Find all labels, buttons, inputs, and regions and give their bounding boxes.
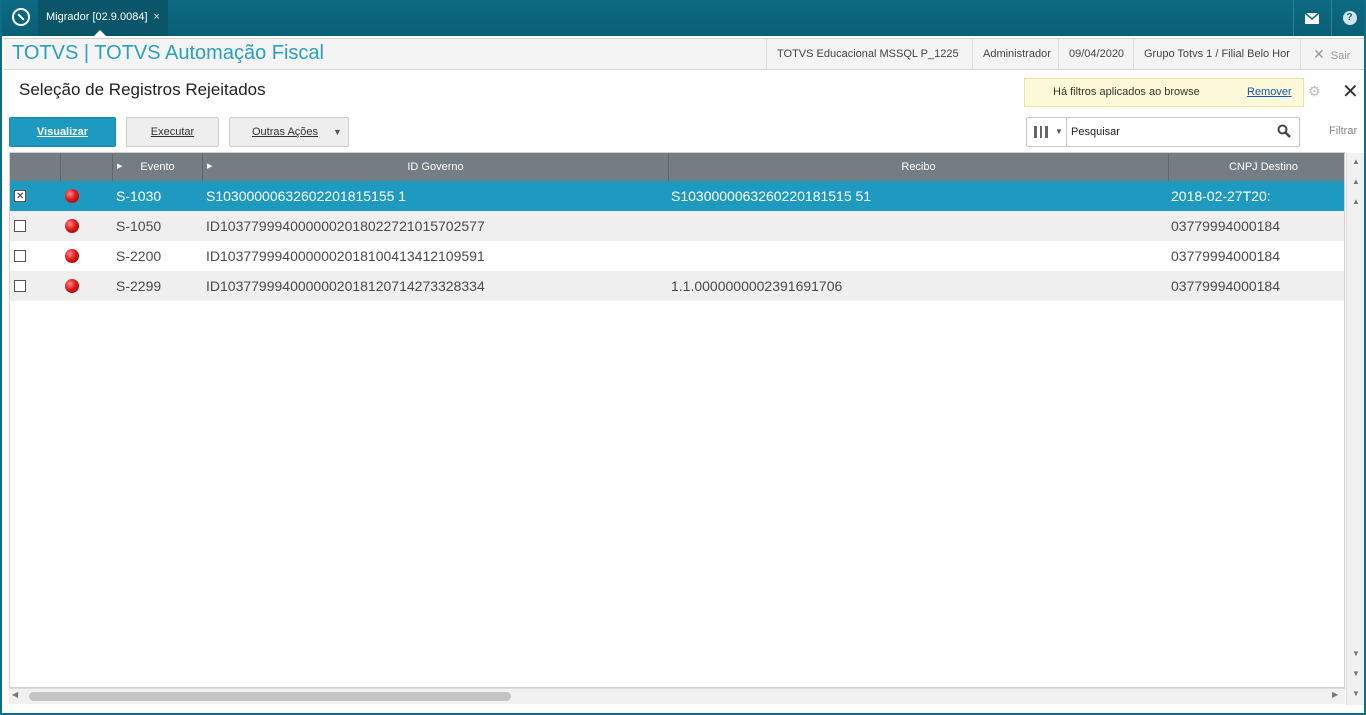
cell-recibo: 1.1.0000000002391691706 xyxy=(671,278,843,294)
column-header-id-governo[interactable]: ▶ ID Governo xyxy=(203,153,669,181)
filter-notice-text: Há filtros aplicados ao browse xyxy=(1053,86,1200,98)
page-up-icon[interactable]: ▲ xyxy=(1347,175,1364,189)
scroll-left-icon[interactable]: ◀ xyxy=(12,690,18,699)
scroll-up-icon[interactable]: ▲ xyxy=(1347,195,1364,209)
column-selector-button[interactable]: ▼ xyxy=(1027,118,1067,146)
search-icon[interactable] xyxy=(1277,124,1291,138)
environment-label[interactable]: TOTVS Educacional MSSQL P_1225 xyxy=(766,39,972,70)
column-header-label: CNPJ Destino xyxy=(1228,161,1299,173)
row-checkbox[interactable] xyxy=(14,250,26,262)
date-label[interactable]: 09/04/2020 xyxy=(1058,39,1133,70)
status-red-icon xyxy=(65,249,79,263)
cell-evento: S-1030 xyxy=(116,188,162,204)
application-window: Migrador [02.9.0084] × ? TOTVS | TOTVS Au… xyxy=(0,0,1366,715)
status-red-icon xyxy=(65,219,79,233)
horizontal-scroll-thumb[interactable] xyxy=(29,692,511,701)
view-button[interactable]: Visualizar xyxy=(9,117,116,147)
column-header-check[interactable] xyxy=(10,153,61,181)
row-checkbox[interactable] xyxy=(14,182,26,212)
scroll-bottom-icon[interactable]: ▼ xyxy=(1347,687,1364,701)
cell-evento: S-1050 xyxy=(116,218,162,234)
exit-button[interactable]: ✕ Sair xyxy=(1300,39,1364,70)
scroll-right-icon[interactable]: ▶ xyxy=(1332,690,1338,699)
close-page-icon[interactable]: ✕ xyxy=(1342,82,1359,102)
scroll-top-icon[interactable]: ▲ xyxy=(1347,155,1364,169)
caret-right-icon: ▶ xyxy=(117,163,123,170)
close-icon: ✕ xyxy=(1313,46,1325,62)
caret-right-icon: ▶ xyxy=(207,163,213,170)
vertical-scrollbar[interactable]: ▲ ▲ ▲ ▼ ▼ ▼ xyxy=(1346,153,1364,705)
cell-id-governo: ID1037799940000002018022721015702577 xyxy=(206,218,485,234)
filter-link[interactable]: Filtrar xyxy=(1329,125,1357,137)
tab-label: Migrador [02.9.0084] xyxy=(46,11,148,23)
cell-id-governo: S10300000632602201815155 1 xyxy=(206,188,407,204)
cell-cnpj: 03779994000184 xyxy=(1171,218,1281,234)
status-red-icon xyxy=(65,189,79,203)
column-header-status[interactable] xyxy=(61,153,113,181)
mail-icon xyxy=(1304,12,1319,24)
page-title: Seleção de Registros Rejeitados xyxy=(19,80,266,99)
top-bar: Migrador [02.9.0084] × ? xyxy=(2,0,1364,36)
totvs-logo-icon[interactable] xyxy=(12,8,30,26)
table-row[interactable]: S-2299 ID1037799940000002018120714273328… xyxy=(10,271,1344,301)
column-header-label: Recibo xyxy=(901,161,936,173)
column-header-label: ID Governo xyxy=(407,161,464,173)
cell-evento: S-2200 xyxy=(116,248,162,264)
mail-button[interactable] xyxy=(1293,0,1329,36)
chevron-down-icon: ▼ xyxy=(1055,127,1063,136)
view-button-label: Visualizar xyxy=(36,126,89,138)
page-down-icon[interactable]: ▼ xyxy=(1347,667,1364,681)
execute-button-label: Executar xyxy=(150,126,195,138)
user-label[interactable]: Administrador xyxy=(972,39,1058,70)
tab-close-icon[interactable]: × xyxy=(154,11,160,23)
columns-icon xyxy=(1034,126,1048,138)
filter-notice: Há filtros aplicados ao browse Remover xyxy=(1024,78,1304,107)
table-row[interactable]: S-2200 ID1037799940000002018100413412109… xyxy=(10,241,1344,271)
column-header-cnpj-destino[interactable]: CNPJ Destino xyxy=(1169,153,1344,181)
cell-id-governo: ID1037799940000002018100413412109591 xyxy=(206,248,485,264)
grid-header: ▶ Evento ▶ ID Governo Recibo CNPJ Destino xyxy=(10,153,1344,181)
gear-icon[interactable]: ⚙ xyxy=(1308,84,1322,98)
cell-cnpj: 2018-02-27T20: xyxy=(1171,188,1271,204)
execute-button[interactable]: Executar xyxy=(126,117,219,147)
chevron-down-icon: ▼ xyxy=(333,127,342,137)
cell-cnpj: 03779994000184 xyxy=(1171,248,1281,264)
more-actions-label: Outras Ações xyxy=(252,126,319,138)
app-title: TOTVS | TOTVS Automação Fiscal xyxy=(12,42,324,64)
search-box: ▼ xyxy=(1026,117,1300,147)
column-header-label: Evento xyxy=(140,161,175,173)
more-actions-button[interactable]: Outras Ações ▼ xyxy=(229,117,349,147)
exit-label: Sair xyxy=(1330,50,1351,62)
cell-recibo: S1030000063260220181515 51 xyxy=(671,188,872,204)
row-checkbox[interactable] xyxy=(14,220,26,232)
records-grid: ▶ Evento ▶ ID Governo Recibo CNPJ Destino … xyxy=(9,152,1345,688)
tab-migrador[interactable]: Migrador [02.9.0084] × xyxy=(38,0,168,36)
column-header-recibo[interactable]: Recibo xyxy=(669,153,1169,181)
cell-cnpj: 03779994000184 xyxy=(1171,278,1281,294)
branch-label[interactable]: Grupo Totvs 1 / Filial Belo Hor xyxy=(1133,39,1300,70)
scroll-down-icon[interactable]: ▼ xyxy=(1347,647,1364,661)
search-input[interactable] xyxy=(1071,123,1271,141)
remove-filter-link[interactable]: Remover xyxy=(1247,86,1292,98)
table-row[interactable]: S-1030 S10300000632602201815155 1 S10300… xyxy=(10,181,1344,212)
help-button[interactable]: ? xyxy=(1331,0,1364,36)
cell-evento: S-2299 xyxy=(116,278,162,294)
cell-id-governo: ID1037799940000002018120714273328334 xyxy=(206,278,485,294)
horizontal-scrollbar[interactable]: ◀ ▶ xyxy=(9,688,1345,704)
table-row[interactable]: S-1050 ID1037799940000002018022721015702… xyxy=(10,211,1344,241)
column-header-evento[interactable]: ▶ Evento xyxy=(113,153,203,181)
status-red-icon xyxy=(65,279,79,293)
row-checkbox[interactable] xyxy=(14,280,26,292)
help-icon: ? xyxy=(1342,11,1357,25)
app-header: TOTVS | TOTVS Automação Fiscal TOTVS Edu… xyxy=(4,38,1364,70)
